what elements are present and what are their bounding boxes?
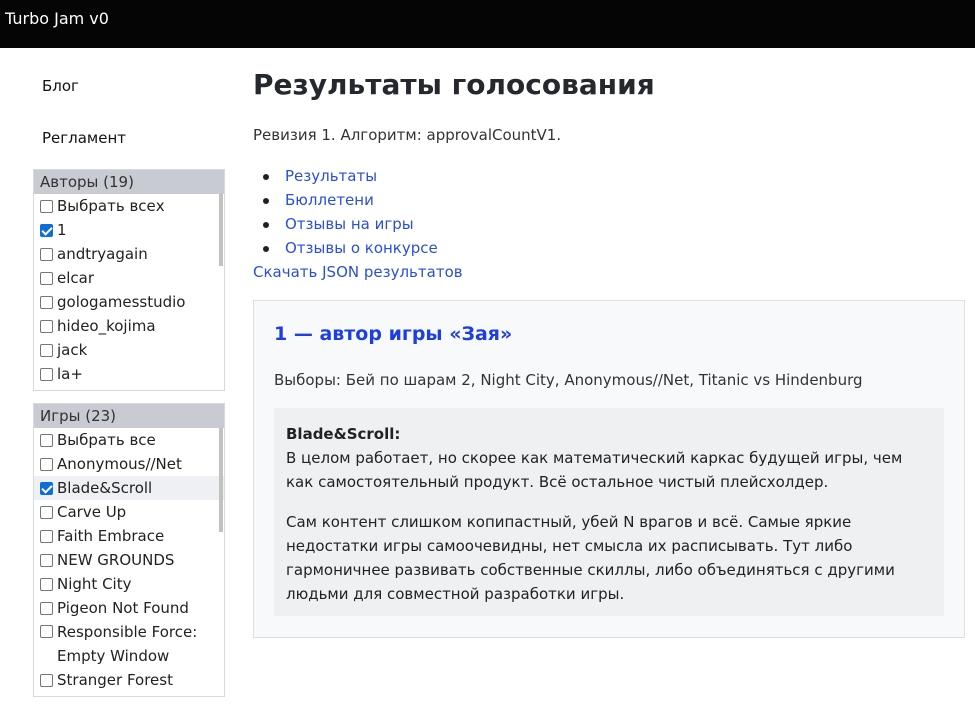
- checkbox-checked[interactable]: [40, 223, 53, 237]
- checkbox[interactable]: [40, 295, 53, 309]
- games-scrollbar[interactable]: [219, 428, 223, 532]
- game-faith-embrace[interactable]: Faith Embrace: [34, 524, 224, 548]
- top-navbar: Turbo Jam v0: [0, 0, 975, 48]
- author-select-all[interactable]: Выбрать всех: [34, 194, 224, 218]
- sidebar: Блог Регламент Авторы (19) Выбрать всех …: [33, 60, 225, 697]
- page-title: Результаты голосования: [253, 68, 655, 101]
- game-carve-up[interactable]: Carve Up: [34, 500, 224, 524]
- game-blade-and-scroll[interactable]: Blade&Scroll: [34, 476, 224, 500]
- nav-link-ballots[interactable]: Бюллетени: [285, 191, 374, 209]
- review-paragraph: Blade&Scroll: В целом работает, но скоре…: [286, 422, 932, 494]
- section-nav-item: Отзывы о конкурсе: [253, 236, 965, 260]
- section-nav: Результаты Бюллетени Отзывы на игры Отзы…: [253, 164, 965, 260]
- game-night-city[interactable]: Night City: [34, 572, 224, 596]
- author-elcar[interactable]: elcar: [34, 266, 224, 290]
- sidebar-link-blog[interactable]: Блог: [33, 60, 225, 112]
- author-hideo-kojima[interactable]: hideo_kojima: [34, 314, 224, 338]
- checkbox[interactable]: [40, 625, 53, 638]
- authors-scrollbar[interactable]: [219, 194, 223, 266]
- game-anonymous-net[interactable]: Anonymous//Net: [34, 452, 224, 476]
- games-filter: Игры (23) Выбрать все Anonymous//Net Bla…: [33, 403, 225, 697]
- section-nav-item: Бюллетени: [253, 188, 965, 212]
- sidebar-link-rules[interactable]: Регламент: [33, 112, 225, 164]
- games-list[interactable]: Выбрать все Anonymous//Net Blade&Scroll …: [34, 428, 224, 692]
- checkbox[interactable]: [40, 199, 53, 213]
- checkbox[interactable]: [40, 577, 53, 591]
- checkbox[interactable]: [40, 247, 53, 261]
- section-nav-item: Отзывы на игры: [253, 212, 965, 236]
- game-pigeon-not-found[interactable]: Pigeon Not Found: [34, 596, 224, 620]
- review-game-name: Blade&Scroll:: [286, 425, 401, 443]
- authors-filter: Авторы (19) Выбрать всех 1 andtryagain e…: [33, 169, 225, 391]
- author-1[interactable]: 1: [34, 218, 224, 242]
- checkbox[interactable]: [40, 673, 53, 687]
- revision-info: Ревизия 1. Алгоритм: approvalCountV1.: [253, 126, 562, 144]
- ballot-card: 1 — автор игры «Зая» Выборы: Бей по шара…: [253, 300, 965, 638]
- games-filter-header: Игры (23): [34, 404, 224, 428]
- review-text-2: Сам контент слишком копипастный, убей N …: [286, 513, 895, 603]
- checkbox[interactable]: [40, 601, 53, 615]
- checkbox[interactable]: [40, 319, 53, 333]
- checkbox[interactable]: [40, 457, 53, 471]
- author-la-plus[interactable]: la+: [34, 362, 224, 386]
- ballot-choices: Выборы: Бей по шарам 2, Night City, Anon…: [274, 371, 863, 389]
- app-title[interactable]: Turbo Jam v0: [5, 9, 109, 28]
- author-jack[interactable]: jack: [34, 338, 224, 362]
- checkbox[interactable]: [40, 553, 53, 567]
- checkbox[interactable]: [40, 433, 53, 447]
- game-select-all[interactable]: Выбрать все: [34, 428, 224, 452]
- checkbox-checked[interactable]: [40, 481, 53, 495]
- authors-filter-header: Авторы (19): [34, 170, 224, 194]
- checkbox[interactable]: [40, 505, 53, 519]
- game-responsible-force[interactable]: Responsible Force: Empty Window: [34, 620, 224, 668]
- game-new-grounds[interactable]: NEW GROUNDS: [34, 548, 224, 572]
- review-text: В целом работает, но скорее как математи…: [286, 449, 903, 491]
- checkbox[interactable]: [40, 271, 53, 285]
- review-block: Blade&Scroll: В целом работает, но скоре…: [274, 408, 944, 616]
- ballot-card-title[interactable]: 1 — автор игры «Зая»: [274, 323, 512, 345]
- checkbox[interactable]: [40, 367, 53, 381]
- game-stranger-forest[interactable]: Stranger Forest: [34, 668, 224, 692]
- author-gologamesstudio[interactable]: gologamesstudio: [34, 290, 224, 314]
- author-andtryagain[interactable]: andtryagain: [34, 242, 224, 266]
- section-nav-item: Результаты: [253, 164, 965, 188]
- checkbox[interactable]: [40, 529, 53, 543]
- nav-link-contest-reviews[interactable]: Отзывы о конкурсе: [285, 239, 438, 257]
- nav-link-results[interactable]: Результаты: [285, 167, 377, 185]
- nav-link-game-reviews[interactable]: Отзывы на игры: [285, 215, 414, 233]
- checkbox[interactable]: [40, 343, 53, 357]
- download-json-link[interactable]: Скачать JSON результатов: [253, 260, 965, 284]
- main-content: Результаты голосования Ревизия 1. Алгори…: [253, 60, 965, 638]
- authors-list[interactable]: Выбрать всех 1 andtryagain elcar gologam…: [34, 194, 224, 386]
